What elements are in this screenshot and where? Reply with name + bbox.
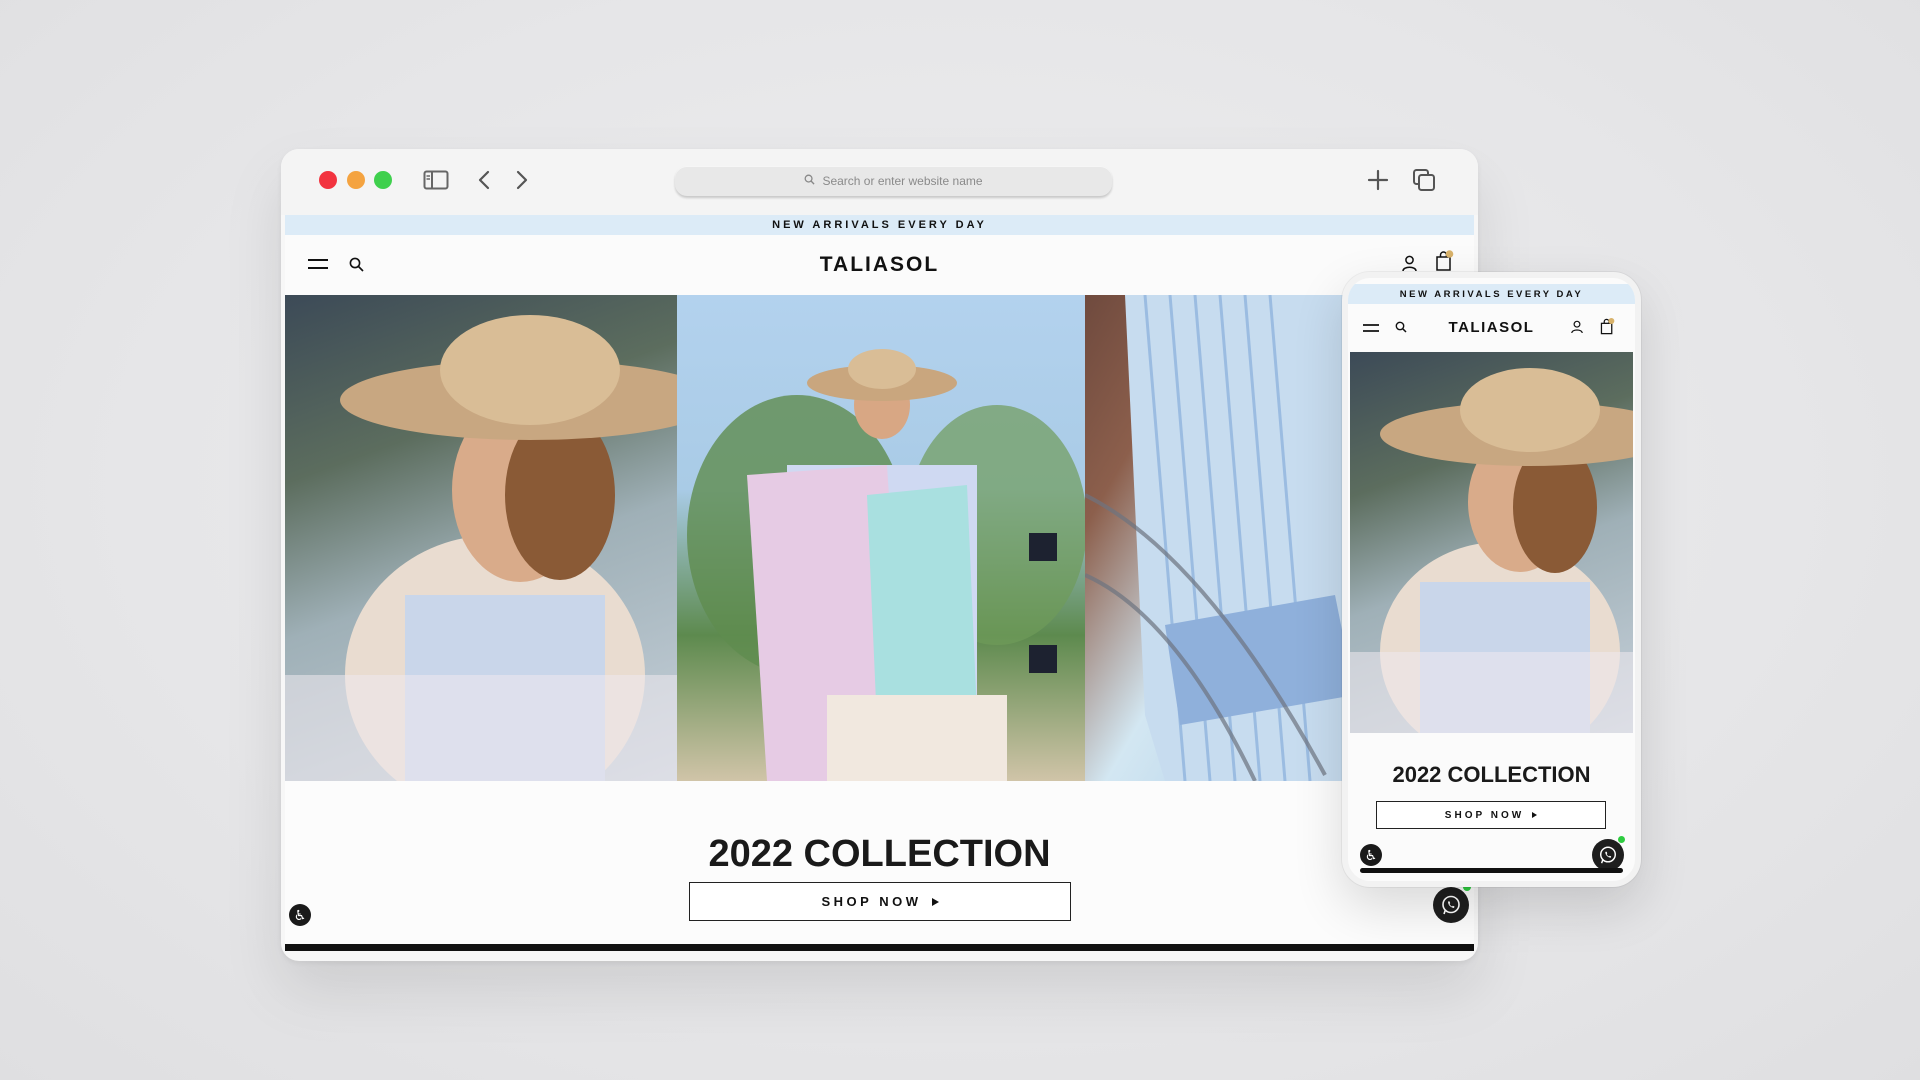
accessibility-icon[interactable]: ♿: [289, 904, 311, 926]
mobile-shop-now-button[interactable]: SHOP NOW: [1376, 801, 1606, 829]
mobile-device-frame: NEW ARRIVALS EVERY DAY TALIASOL 2022 COL…: [1342, 272, 1641, 887]
tabs-overview-icon[interactable]: [1411, 168, 1437, 192]
desktop-browser-window: Search or enter website name NEW ARRIVAL…: [281, 149, 1478, 961]
mobile-bottom-bar: [1360, 868, 1623, 873]
browser-toolbar: Search or enter website name: [281, 149, 1478, 215]
mobile-account-icon[interactable]: [1570, 319, 1584, 335]
mobile-hero-image-woman-hat[interactable]: [1350, 352, 1633, 733]
mobile-whatsapp-online-indicator: [1618, 836, 1625, 843]
minimize-window-button[interactable]: [347, 171, 365, 189]
page-bottom-bar: [285, 944, 1474, 951]
address-bar[interactable]: Search or enter website name: [675, 166, 1112, 196]
shop-now-button[interactable]: SHOP NOW: [689, 882, 1071, 921]
back-chevron-icon[interactable]: [475, 169, 493, 191]
search-icon: [804, 174, 816, 188]
site-header: TALIASOL: [285, 235, 1474, 295]
mobile-collection-title: 2022 COLLECTION: [1392, 762, 1591, 787]
whatsapp-icon[interactable]: [1433, 887, 1469, 923]
mobile-cart-icon[interactable]: [1598, 316, 1616, 336]
hero-image-woman-hat-profile: [285, 295, 677, 781]
forward-chevron-icon[interactable]: [513, 169, 531, 191]
cart-icon[interactable]: [1433, 248, 1455, 274]
sidebar-icon[interactable]: [423, 169, 449, 191]
announcement-bar: NEW ARRIVALS EVERY DAY: [285, 215, 1474, 235]
shop-now-label: SHOP NOW: [821, 894, 922, 909]
mobile-site-logo[interactable]: TALIASOL: [1348, 319, 1635, 336]
mobile-site-header: TALIASOL: [1348, 304, 1635, 352]
collection-title: 2022 COLLECTION: [708, 833, 1051, 875]
address-placeholder: Search or enter website name: [822, 174, 983, 188]
website-viewport: NEW ARRIVALS EVERY DAY TALIASOL 2022 COL…: [285, 215, 1474, 951]
hero-banner[interactable]: [285, 295, 1474, 781]
mobile-shop-now-label: SHOP NOW: [1444, 809, 1525, 821]
hero-image-woman-colorful-shirt: [677, 295, 1085, 781]
zoom-window-button[interactable]: [374, 171, 392, 189]
mobile-announcement-bar: NEW ARRIVALS EVERY DAY: [1348, 284, 1635, 304]
close-window-button[interactable]: [319, 171, 337, 189]
mobile-play-arrow-icon: [1532, 812, 1538, 818]
new-tab-plus-icon[interactable]: [1366, 168, 1390, 192]
account-icon[interactable]: [1399, 252, 1419, 274]
play-arrow-icon: [931, 897, 939, 906]
site-logo[interactable]: TALIASOL: [285, 253, 1474, 277]
mobile-whatsapp-icon[interactable]: [1592, 839, 1624, 871]
mobile-accessibility-icon[interactable]: ♿: [1360, 844, 1382, 866]
